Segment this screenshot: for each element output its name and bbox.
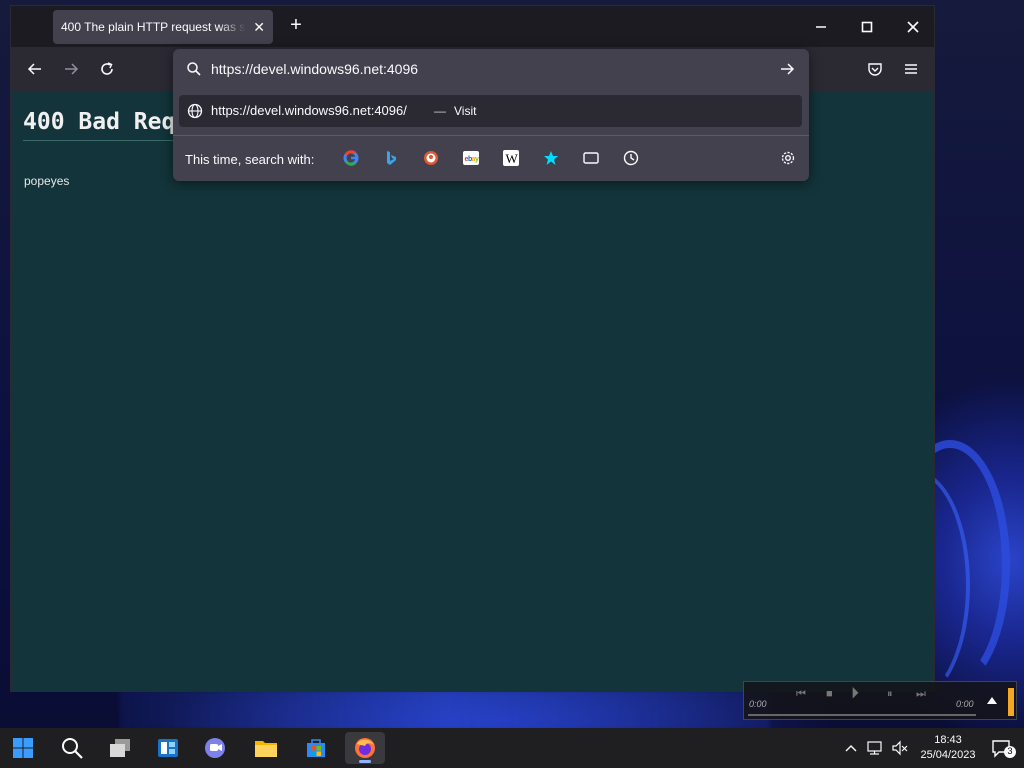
minimize-icon	[816, 25, 826, 28]
menu-button[interactable]	[899, 57, 923, 81]
folder-icon	[255, 741, 277, 757]
bookmarks-icon[interactable]	[542, 149, 560, 167]
media-previous-icon[interactable]: ⏮	[796, 688, 806, 701]
google-icon[interactable]	[342, 149, 360, 167]
media-seek-bar[interactable]	[748, 714, 976, 716]
windows-logo-icon	[13, 738, 33, 758]
url-bar-dropdown: https://devel.windows96.net:4096 https:/…	[173, 49, 809, 181]
forward-button[interactable]	[59, 57, 83, 81]
start-button[interactable]	[3, 732, 43, 764]
suggestion-url: https://devel.windows96.net:4096/	[211, 103, 407, 118]
maximize-icon	[861, 21, 873, 32]
url-suggestion-row[interactable]: https://devel.windows96.net:4096/ — Visi…	[179, 95, 802, 127]
reload-icon	[101, 62, 113, 75]
clock-date: 25/04/2023	[920, 749, 976, 761]
hamburger-menu-icon	[905, 64, 917, 74]
store-icon	[307, 739, 325, 757]
firefox-button[interactable]	[345, 732, 385, 764]
clock-time: 18:43	[934, 734, 962, 746]
wikipedia-icon[interactable]: W	[502, 149, 520, 167]
reload-button[interactable]	[95, 57, 119, 81]
bing-icon[interactable]	[382, 149, 400, 167]
volume-muted-icon	[892, 740, 908, 756]
taskbar-clock[interactable]: 18:43 25/04/2023	[916, 733, 980, 763]
maximize-button[interactable]	[844, 6, 890, 47]
search-icon	[187, 62, 201, 76]
page-body-text: popeyes	[24, 174, 70, 188]
media-pause-icon[interactable]: ⏸	[887, 688, 893, 701]
svg-text:W: W	[506, 151, 519, 166]
globe-icon	[187, 103, 203, 119]
media-play-icon[interactable]: ⏵	[851, 685, 859, 703]
page-content: 400 Bad Request popeyes	[11, 91, 934, 691]
forward-arrow-icon	[65, 63, 79, 75]
tab-active[interactable]: 400 The plain HTTP request was sent to H…	[53, 10, 273, 44]
media-stop-icon[interactable]: ■	[826, 688, 833, 700]
duckduckgo-icon[interactable]	[422, 149, 440, 167]
search-button[interactable]	[52, 732, 92, 764]
pocket-icon	[868, 63, 882, 76]
chevron-up-icon	[845, 745, 857, 752]
taskbar-search-icon	[62, 738, 83, 759]
media-next-icon[interactable]: ⏭	[916, 688, 926, 701]
url-input-value[interactable]: https://devel.windows96.net:4096	[211, 61, 418, 77]
firefox-icon	[355, 738, 375, 758]
widgets-button[interactable]	[148, 732, 188, 764]
new-tab-button[interactable]: +	[286, 14, 306, 37]
task-view-icon	[110, 739, 130, 757]
media-player-widget: 0:00 ⏮ ■ ⏵ ⏸ ⏭ 0:00	[743, 681, 1017, 720]
task-view-button[interactable]	[100, 732, 140, 764]
network-button[interactable]	[864, 732, 886, 764]
tab-close-icon[interactable]: ✕	[253, 19, 265, 36]
notification-count: 3	[1007, 746, 1013, 756]
volume-button[interactable]	[889, 732, 911, 764]
widgets-icon	[158, 739, 178, 757]
svg-text:y: y	[475, 156, 479, 163]
history-icon[interactable]	[622, 149, 640, 167]
media-time-start: 0:00	[749, 699, 767, 709]
url-divider	[173, 135, 809, 136]
back-arrow-icon	[27, 63, 41, 75]
media-volume-bar[interactable]	[1008, 688, 1014, 716]
tab-title: 400 The plain HTTP request was sent to H…	[61, 20, 246, 34]
suggestion-action: Visit	[454, 104, 477, 118]
chat-icon	[205, 738, 225, 758]
minimize-button[interactable]	[798, 6, 844, 47]
file-explorer-button[interactable]	[246, 732, 286, 764]
network-icon	[867, 741, 882, 755]
search-settings-gear-icon[interactable]	[779, 149, 797, 167]
heading-rule	[23, 140, 193, 141]
teams-chat-button[interactable]	[196, 732, 236, 764]
store-button[interactable]	[296, 732, 336, 764]
url-input[interactable]: https://devel.windows96.net:4096	[173, 49, 809, 89]
pocket-button[interactable]	[863, 57, 887, 81]
go-arrow-icon[interactable]	[779, 61, 795, 77]
ebay-icon[interactable]: ebay	[462, 149, 480, 167]
notifications-button[interactable]: 3	[986, 732, 1020, 764]
wallpaper-bloom	[120, 690, 770, 730]
tabs-icon[interactable]	[582, 149, 600, 167]
taskbar: 18:43 25/04/2023 3	[0, 728, 1024, 768]
tab-bar: 400 The plain HTTP request was sent to H…	[11, 6, 934, 47]
close-window-button[interactable]	[890, 6, 934, 47]
search-with-label: This time, search with:	[185, 152, 315, 167]
show-hidden-icons-button[interactable]	[841, 732, 861, 764]
close-icon	[907, 20, 919, 33]
media-expand-icon[interactable]	[987, 696, 997, 704]
suggestion-separator: —	[434, 104, 446, 118]
back-button[interactable]	[23, 57, 47, 81]
media-time-end: 0:00	[956, 699, 974, 709]
